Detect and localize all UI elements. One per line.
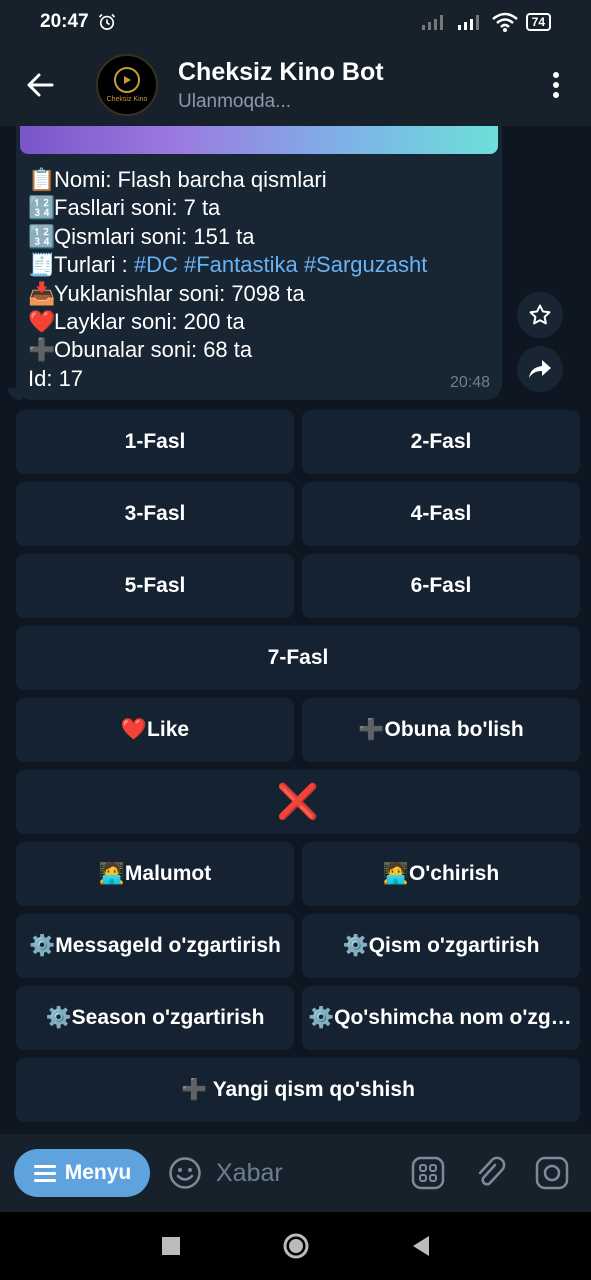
chat-title: Cheksiz Kino Bot	[178, 57, 384, 86]
close-icon: ❌	[276, 783, 320, 821]
back-button[interactable]	[0, 44, 80, 126]
edit-episode-button[interactable]: ⚙️Qism o'zgartirish	[302, 914, 580, 978]
message-text: 📋Nomi: Flash barcha qismlari 🔢Fasllari s…	[28, 166, 427, 393]
fasl-3-button[interactable]: 3-Fasl	[16, 482, 294, 546]
share-button[interactable]	[517, 346, 563, 392]
message-bubble[interactable]: 📋Nomi: Flash barcha qismlari 🔢Fasllari s…	[16, 126, 502, 400]
message-input[interactable]: Xabar	[216, 1159, 283, 1188]
close-button[interactable]: ❌	[16, 770, 580, 834]
back-arrow-icon	[27, 73, 54, 97]
favorite-button[interactable]	[517, 292, 563, 338]
message-line: 📋Nomi: Flash barcha qismlari	[28, 167, 327, 192]
more-vertical-icon	[553, 72, 559, 98]
inline-keyboard: 1-Fasl 2-Fasl 3-Fasl 4-Fasl 5-Fasl 6-Fas…	[16, 410, 580, 1130]
info-button[interactable]: 🧑‍💻Malumot	[16, 842, 294, 906]
message-line: 🔢Fasllari soni: 7 ta	[28, 195, 221, 221]
fasl-7-button[interactable]: 7-Fasl	[16, 626, 580, 690]
fasl-4-button[interactable]: 4-Fasl	[302, 482, 580, 546]
bubble-tail	[8, 388, 22, 400]
system-nav-bar	[0, 1212, 591, 1280]
message-line: 🧾Turlari : #DC #Fantastika #Sarguzasht	[28, 252, 428, 278]
home-icon[interactable]	[282, 1232, 310, 1260]
message-time: 20:48	[449, 374, 490, 391]
message-image[interactable]	[20, 126, 498, 154]
back-nav-icon[interactable]	[411, 1235, 431, 1257]
attach-icon[interactable]	[473, 1156, 507, 1190]
signal-icon-2	[457, 15, 479, 30]
message-input-bar: Menyu Xabar	[0, 1134, 591, 1212]
chat-subtitle: Ulanmoqda...	[178, 90, 292, 112]
menu-button[interactable]: Menyu	[14, 1149, 150, 1197]
message-line: Id: 17	[28, 365, 84, 391]
fasl-2-button[interactable]: 2-Fasl	[302, 410, 580, 474]
chat-area[interactable]: 📋Nomi: Flash barcha qismlari 🔢Fasllari s…	[0, 126, 591, 1134]
fasl-6-button[interactable]: 6-Fasl	[302, 554, 580, 618]
bot-commands-icon[interactable]	[411, 1156, 445, 1190]
recents-icon[interactable]	[161, 1236, 181, 1256]
hamburger-icon	[33, 1165, 56, 1182]
wifi-icon	[491, 12, 518, 32]
share-icon	[529, 360, 551, 378]
emoji-icon[interactable]	[168, 1156, 202, 1190]
battery-icon: 74	[525, 13, 551, 31]
status-bar: 20:47 74	[0, 0, 591, 44]
edit-extra-name-button[interactable]: ⚙️Qo'shimcha nom o'zgartirish	[302, 986, 580, 1050]
more-options-button[interactable]	[521, 44, 591, 126]
edit-season-button[interactable]: ⚙️Season o'zgartirish	[16, 986, 294, 1050]
status-time: 20:47	[40, 11, 89, 32]
edit-messageid-button[interactable]: ⚙️MessageId o'zgartirish	[16, 914, 294, 978]
message-line: 📥Yuklanishlar soni: 7098 ta	[28, 280, 305, 306]
star-icon	[529, 304, 551, 325]
menu-label: Menyu	[64, 1161, 132, 1184]
add-episode-button[interactable]: ➕ Yangi qism qo'shish	[16, 1058, 580, 1122]
hashtag-links[interactable]: #DC #Fantastika #Sarguzasht	[134, 252, 428, 277]
message-line: 🔢Qismlari soni: 151 ta	[28, 223, 255, 249]
avatar-logo-text: Cheksiz Kino	[106, 96, 148, 103]
chat-header: Cheksiz Kino Cheksiz Kino Bot Ulanmoqda.…	[0, 44, 591, 126]
alarm-icon	[98, 13, 115, 30]
message-line: ❤️Layklar soni: 200 ta	[28, 309, 245, 335]
fasl-5-button[interactable]: 5-Fasl	[16, 554, 294, 618]
subscribe-button[interactable]: ➕Obuna bo'lish	[302, 698, 580, 762]
delete-button[interactable]: 🧑‍💻O'chirish	[302, 842, 580, 906]
avatar[interactable]: Cheksiz Kino	[96, 54, 158, 116]
play-icon	[114, 67, 140, 93]
chat-titles[interactable]: Cheksiz Kino Bot Ulanmoqda...	[178, 58, 384, 113]
fasl-1-button[interactable]: 1-Fasl	[16, 410, 294, 474]
like-button[interactable]: ❤️Like	[16, 698, 294, 762]
signal-icon	[421, 15, 443, 30]
camera-icon[interactable]	[535, 1156, 569, 1190]
message-line: ➕Obunalar soni: 68 ta	[28, 337, 253, 363]
